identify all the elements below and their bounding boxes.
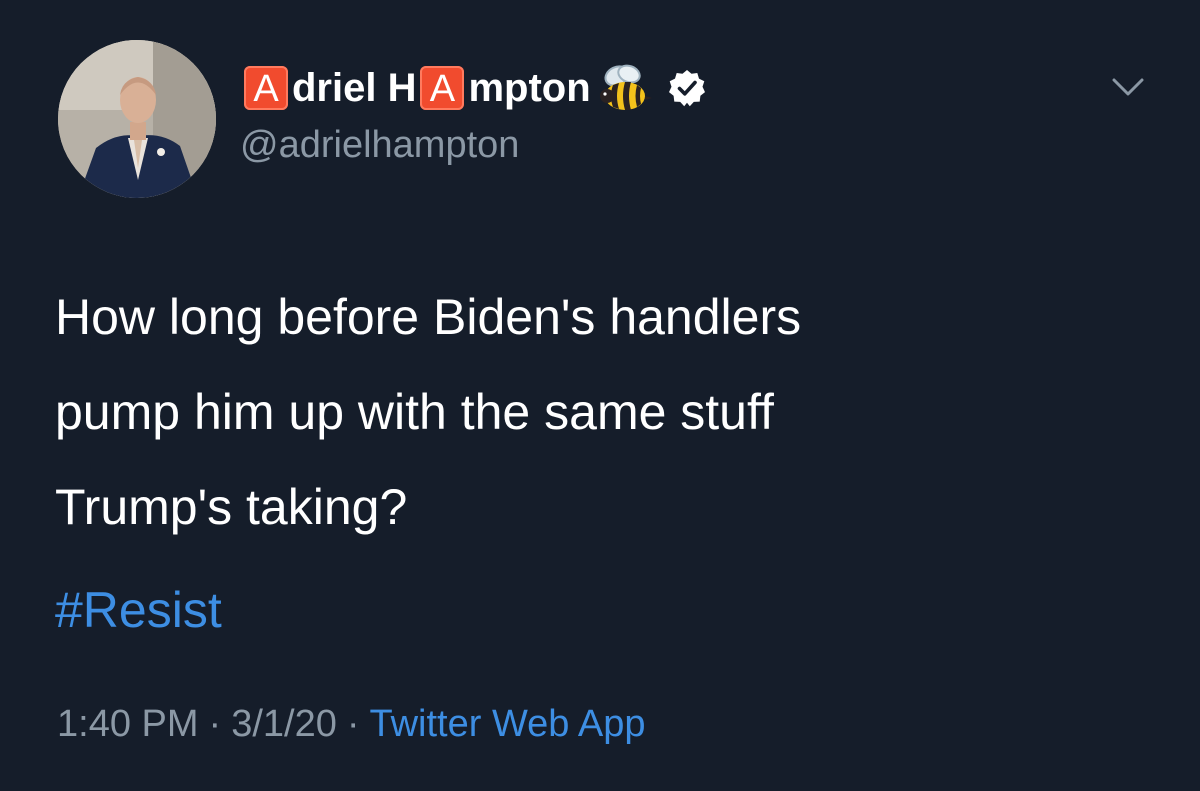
bee-icon: [595, 64, 653, 119]
name-badge-a-1: A: [244, 66, 288, 110]
tweet-metadata: 1:40 PM · 3/1/20 · Twitter Web App: [57, 696, 645, 752]
name-part-2: mpton: [468, 66, 591, 110]
name-part-1: driel H: [292, 66, 417, 110]
tweet-date[interactable]: 3/1/20: [231, 703, 337, 745]
tweet-text-line: pump him up with the same stuff: [55, 384, 774, 440]
verified-badge-icon: [667, 68, 707, 113]
separator-dot: ·: [346, 703, 360, 745]
separator-dot: ·: [208, 703, 222, 745]
author-handle[interactable]: @adrielhampton: [240, 120, 519, 170]
tweet: A driel H A mpton @adrielhampton How lon…: [0, 0, 1200, 791]
tweet-source-link[interactable]: Twitter Web App: [370, 703, 646, 745]
avatar-photo: [58, 40, 216, 198]
tweet-time[interactable]: 1:40 PM: [57, 703, 199, 745]
chevron-down-icon[interactable]: [1110, 72, 1146, 102]
author-name[interactable]: A driel H A mpton: [240, 60, 707, 116]
tweet-text-line: Trump's taking?: [55, 479, 408, 535]
avatar[interactable]: [58, 40, 216, 198]
name-badge-a-2: A: [420, 66, 465, 110]
hashtag-link[interactable]: #Resist: [55, 572, 222, 648]
tweet-text: How long before Biden's handlers pump hi…: [55, 270, 1165, 555]
tweet-text-line: How long before Biden's handlers: [55, 289, 802, 345]
